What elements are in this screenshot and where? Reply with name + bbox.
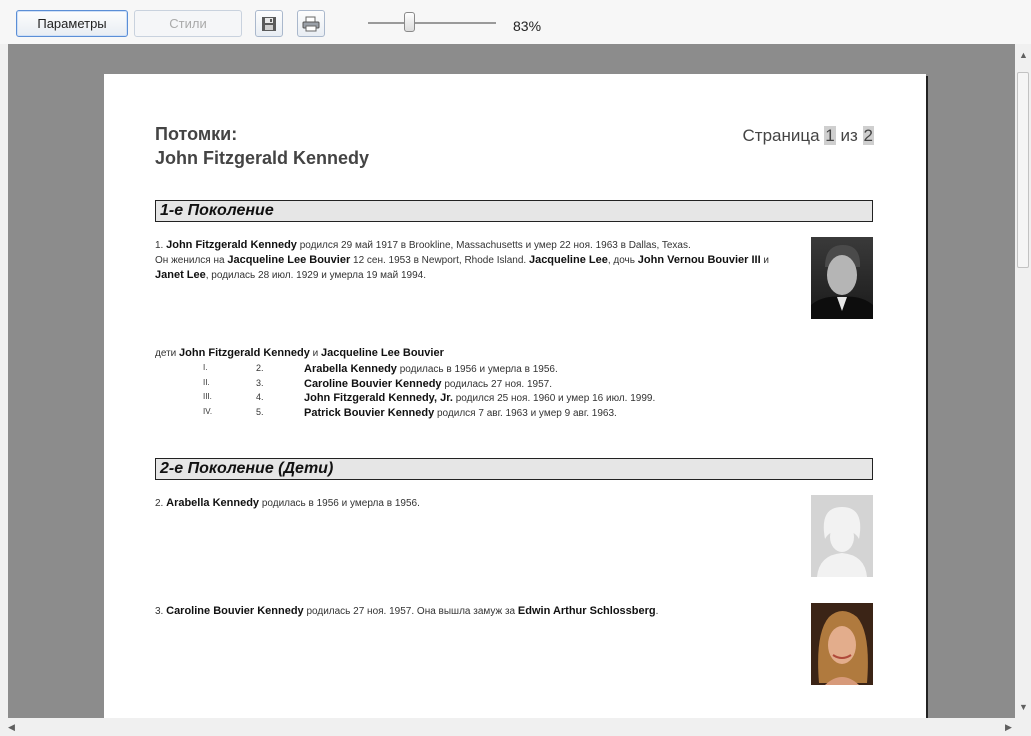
page-of: из [840, 126, 858, 145]
scroll-up-icon[interactable]: ▲ [1019, 50, 1028, 60]
save-icon [262, 16, 276, 31]
person-1-entry: 1. John Fitzgerald Kennedy родился 29 ма… [155, 239, 769, 281]
generation-1-header: 1-е Поколение [155, 200, 873, 222]
report-page: Потомки: John Fitzgerald Kennedy Страниц… [104, 74, 926, 718]
print-button[interactable] [297, 10, 325, 37]
zoom-slider-thumb[interactable] [404, 12, 415, 32]
scroll-down-icon[interactable]: ▼ [1019, 702, 1028, 712]
page-number: Страница 1 из 2 [742, 126, 874, 146]
scroll-right-icon[interactable]: ▶ [1005, 722, 1012, 733]
save-button[interactable] [255, 10, 283, 37]
generation-2-header: 2-е Поколение (Дети) [155, 458, 873, 480]
photo-john-fitzgerald-kennedy [811, 237, 873, 319]
page-word: Страница [742, 126, 820, 145]
child-row: I. 2. Arabella Kennedy родилась в 1956 и … [203, 363, 558, 375]
zoom-level: 83% [513, 18, 542, 34]
person-3-entry: 3. Caroline Bouvier Kennedy родилась 27 … [155, 605, 659, 617]
page-current: 1 [824, 126, 836, 145]
photo-caroline-bouvier-kennedy [811, 603, 873, 685]
parameters-button[interactable]: Параметры [16, 10, 128, 37]
scroll-left-icon[interactable]: ◀ [8, 722, 15, 733]
child-row: III. 4. John Fitzgerald Kennedy, Jr. роди… [203, 392, 656, 404]
vertical-scrollbar[interactable]: ▲ ▼ [1015, 44, 1031, 718]
child-row: II. 3. Caroline Bouvier Kennedy родилась … [203, 378, 553, 390]
styles-button[interactable]: Стили [134, 10, 242, 37]
placeholder-avatar-icon [811, 495, 873, 577]
vertical-scroll-thumb[interactable] [1017, 72, 1029, 268]
toolbar: Параметры Стили 83% [0, 0, 1031, 44]
horizontal-scrollbar[interactable]: ◀ ▶ [0, 718, 1031, 736]
report-viewer: Потомки: John Fitzgerald Kennedy Страниц… [8, 44, 1015, 718]
page-total: 2 [862, 126, 874, 145]
zoom-slider-track[interactable] [368, 22, 496, 24]
print-icon [302, 16, 320, 31]
child-row: IV. 5. Patrick Bouvier Kennedy родился 7 … [203, 407, 617, 419]
children-heading: дети John Fitzgerald Kennedy и Jacquelin… [155, 347, 444, 359]
report-person: John Fitzgerald Kennedy [155, 148, 370, 168]
person-2-entry: 2. Arabella Kennedy родилась в 1956 и ум… [155, 497, 420, 509]
report-title: Потомки: [155, 124, 238, 144]
